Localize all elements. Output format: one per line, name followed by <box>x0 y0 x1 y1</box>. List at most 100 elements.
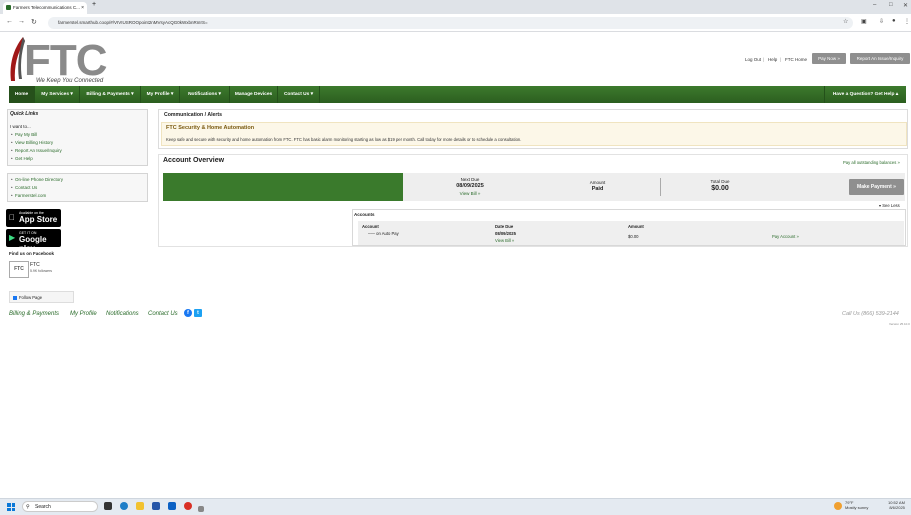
maximize-icon[interactable]: □ <box>889 2 893 8</box>
menu-icon[interactable]: ⋮ <box>904 18 910 25</box>
weather-icon <box>834 502 842 510</box>
facebook-followers: 5.9K followers <box>30 269 52 273</box>
summary-divider <box>660 178 661 196</box>
search-icon: ⚲ <box>26 504 30 510</box>
nav-notifications[interactable]: Notifications ▾ <box>180 86 230 103</box>
browser-tab-bar: Farmers Telecommunications C... × + – □ … <box>0 0 911 14</box>
ql-view-billing-history[interactable]: View Billing History <box>11 140 53 145</box>
view-bill-link[interactable]: View Bill » <box>440 191 500 196</box>
make-payment-button[interactable]: Make Payment » <box>849 179 904 195</box>
system-clock[interactable]: 10:52 AM 8/6/2025 <box>888 500 905 510</box>
follow-page-button[interactable]: Follow Page <box>9 291 74 303</box>
footer-billing-link[interactable]: Billing & Payments <box>9 311 59 317</box>
nav-my-profile[interactable]: My Profile ▾ <box>141 86 180 103</box>
col-date-due: Date Due <box>495 224 514 229</box>
windows-start-icon[interactable] <box>7 503 15 511</box>
weather-desc: Mostly sunny <box>845 505 869 510</box>
pay-account-link[interactable]: Pay Account » <box>772 234 799 239</box>
col-amount: Amount <box>628 224 644 229</box>
ql-get-help[interactable]: Get Help <box>11 156 33 161</box>
edge-icon[interactable] <box>120 502 128 510</box>
see-less-toggle[interactable]: ▾ See Less <box>879 203 900 208</box>
pay-now-button[interactable]: Pay Now » <box>812 53 846 64</box>
facebook-page-avatar[interactable]: FTC <box>9 261 29 278</box>
url-input[interactable]: farmerstel.smarthub.coop/#/VIVIUSROOpoin… <box>48 17 853 29</box>
col-account: Account <box>362 224 379 229</box>
clock-date: 8/6/2025 <box>889 505 905 510</box>
file-explorer-icon[interactable] <box>136 502 144 510</box>
account-status-banner <box>163 173 403 201</box>
communication-title: Communication / Alerts <box>164 112 223 118</box>
footer-profile-link[interactable]: My Profile <box>70 311 97 317</box>
log-out-link[interactable]: Log Out <box>745 57 761 62</box>
account-date-due: 08/09/2025 <box>495 231 516 236</box>
report-issue-button[interactable]: Report An Issue/Inquiry <box>850 53 910 64</box>
help-link[interactable]: Help <box>768 57 777 62</box>
new-tab-button[interactable]: + <box>92 1 96 8</box>
alert-box <box>161 122 907 146</box>
store-icon[interactable] <box>152 502 160 510</box>
amount-value: Paid <box>591 186 604 192</box>
ql-farmerstel[interactable]: Farmerstel.com <box>11 193 46 198</box>
tagline: We Keep You Connected <box>36 78 104 84</box>
account-overview-title: Account Overview <box>163 157 225 164</box>
facebook-heading: Find us on Facebook <box>9 251 55 256</box>
minimize-icon[interactable]: – <box>873 2 876 8</box>
browser-tab[interactable]: Farmers Telecommunications C... × <box>3 2 87 14</box>
download-icon[interactable]: ⇩ <box>879 18 884 25</box>
pay-all-link[interactable]: Pay all outstanding balances » <box>843 160 900 165</box>
extensions-icon[interactable]: ▣ <box>861 18 867 25</box>
google-play-badge[interactable]: ▶ GET IT ON Google play <box>6 229 61 253</box>
quick-links-title: Quick Links <box>10 111 39 117</box>
amount-label: Amount <box>589 180 606 185</box>
facebook-icon[interactable]: f <box>184 309 192 317</box>
address-bar-row: ← → ↻ farmerstel.smarthub.coop/#/VIVIUSR… <box>0 14 911 32</box>
ql-pay-my-bill[interactable]: Pay My Bill <box>11 132 37 137</box>
get-help-button[interactable]: Have a Question? Get Help ▴ <box>824 86 906 103</box>
ql-phone-directory[interactable]: On-line Phone Directory <box>11 177 63 182</box>
app-store-badge[interactable]:  Available on the App Store <box>6 209 61 227</box>
account-view-bill-link[interactable]: View Bill » <box>495 238 514 243</box>
ftc-home-link[interactable]: FTC Home <box>785 57 807 62</box>
nav-home[interactable]: Home <box>9 86 35 103</box>
close-window-icon[interactable]: ✕ <box>903 2 908 9</box>
ql-report-issue[interactable]: Report An Issue/Inquiry <box>11 148 62 153</box>
quick-links-want: I want to... <box>10 124 31 129</box>
next-due-label: Next Due <box>460 177 480 182</box>
twitter-icon[interactable]: t <box>194 309 202 317</box>
play-icon: ▶ <box>9 233 16 242</box>
footer-contact-link[interactable]: Contact Us <box>148 311 178 317</box>
outlook-icon[interactable] <box>168 502 176 510</box>
task-view-icon[interactable] <box>104 502 112 510</box>
nav-manage-devices[interactable]: Manage Devices <box>230 86 278 103</box>
app-store-big: App Store <box>19 215 58 224</box>
total-due-value: $0.00 <box>711 185 729 192</box>
taskbar-search-label: Search <box>35 504 51 510</box>
footer-notifications-link[interactable]: Notifications <box>106 311 139 317</box>
favicon-icon <box>6 5 11 10</box>
ql-contact-us[interactable]: Contact Us <box>11 185 37 190</box>
nav-my-services[interactable]: My Services ▾ <box>35 86 80 103</box>
reload-icon[interactable]: ↻ <box>31 18 37 26</box>
facebook-icon <box>13 295 17 300</box>
call-us-text: Call Us (866) 539-2144 <box>842 311 899 317</box>
back-icon[interactable]: ← <box>6 18 13 25</box>
close-tab-icon[interactable]: × <box>81 2 84 14</box>
separator: | <box>780 57 782 62</box>
forward-icon[interactable]: → <box>18 18 25 25</box>
nav-contact-us[interactable]: Contact Us ▾ <box>278 86 320 103</box>
version-text: Version 25.10.0 <box>889 322 910 326</box>
accounts-title: Accounts <box>354 212 375 217</box>
separator: | <box>763 57 765 62</box>
bookmark-star-icon[interactable]: ☆ <box>843 18 848 25</box>
app-icon[interactable] <box>198 506 204 512</box>
chrome-icon[interactable] <box>184 502 192 510</box>
taskbar-search-input[interactable]: ⚲ Search <box>22 501 98 512</box>
follow-page-label: Follow Page <box>19 295 43 300</box>
facebook-page-name[interactable]: FTC <box>30 262 40 268</box>
nav-billing-payments[interactable]: Billing & Payments ▾ <box>80 86 141 103</box>
tab-title: Farmers Telecommunications C... <box>13 5 80 10</box>
next-due-date: 08/09/2025 <box>456 183 484 189</box>
profile-icon[interactable]: ● <box>892 18 896 24</box>
weather-widget[interactable]: 79°F Mostly sunny <box>845 500 868 510</box>
